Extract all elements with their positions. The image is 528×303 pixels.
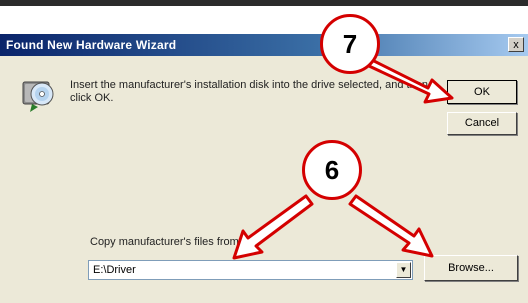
window-title: Found New Hardware Wizard (6, 38, 177, 52)
install-disk-icon (22, 81, 54, 112)
step-7-callout: 7 (320, 14, 380, 74)
ok-button[interactable]: OK (447, 80, 517, 104)
path-value: E:\Driver (93, 264, 136, 276)
close-button[interactable]: x (508, 37, 524, 52)
browse-button[interactable]: Browse... (424, 255, 518, 281)
cancel-button[interactable]: Cancel (447, 112, 517, 135)
step-6-callout: 6 (302, 140, 362, 200)
instruction-text: Insert the manufacturer's installation d… (70, 79, 428, 104)
top-border (0, 0, 528, 6)
path-combobox[interactable]: E:\Driver ▼ (88, 260, 413, 280)
copy-files-label: Copy manufacturer's files from: (90, 236, 242, 248)
titlebar: Found New Hardware Wizard x (0, 34, 528, 56)
chevron-down-icon[interactable]: ▼ (396, 262, 411, 278)
